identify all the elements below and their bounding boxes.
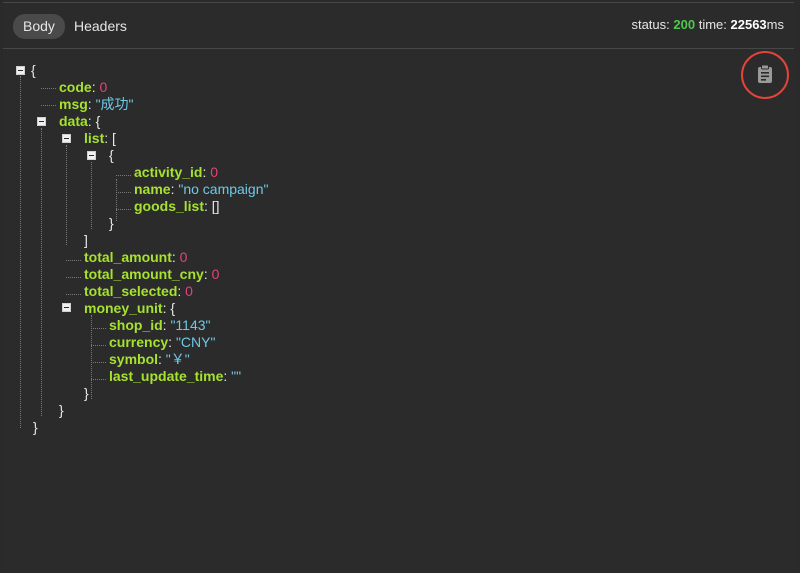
collapse-list-toggle[interactable]	[62, 134, 71, 143]
field-total-amount: total_amount: 0	[84, 249, 187, 266]
field-money-unit: money_unit: {	[84, 300, 175, 317]
field-msg: msg: "成功"	[59, 96, 134, 113]
value-msg: "成功"	[95, 96, 134, 112]
key-goods-list: goods_list	[134, 198, 205, 214]
colon: :	[223, 368, 228, 384]
field-data: data: {	[59, 113, 100, 130]
money-unit-close: }	[84, 385, 89, 402]
field-last-update-time: last_update_time: ""	[109, 368, 241, 385]
value-total-amount-cny: 0	[211, 266, 220, 282]
tree-connector	[66, 277, 81, 278]
tree-guide-list	[66, 145, 67, 245]
brace-close: }	[84, 385, 89, 401]
value-code: 0	[99, 79, 108, 95]
field-total-selected: total_selected: 0	[84, 283, 193, 300]
brace-open: {	[95, 113, 101, 129]
key-last-update-time: last_update_time	[109, 368, 224, 384]
value-shop-id: "1143"	[170, 317, 211, 333]
tree-connector	[116, 209, 131, 210]
field-name: name: "no campaign"	[134, 181, 268, 198]
tree-guide-item-fields	[116, 179, 117, 221]
tree-connector	[91, 362, 106, 363]
tree-connector	[91, 345, 106, 346]
field-shop-id: shop_id: "1143"	[109, 317, 211, 334]
value-last-update-time: ""	[231, 368, 242, 384]
key-total-amount-cny: total_amount_cny	[84, 266, 204, 282]
field-goods-list: goods_list: []	[134, 198, 220, 215]
value-total-amount: 0	[179, 249, 188, 265]
field-list: list: [	[84, 130, 116, 147]
value-activity-id: 0	[210, 164, 219, 180]
value-goods-list: []	[211, 198, 220, 214]
bracket-open: [	[112, 130, 116, 146]
value-name: "no campaign"	[178, 181, 269, 197]
brace-close: }	[59, 402, 64, 418]
key-total-amount: total_amount	[84, 249, 172, 265]
collapse-data-toggle[interactable]	[37, 117, 46, 126]
colon: :	[168, 334, 173, 350]
colon: :	[170, 181, 175, 197]
list-item-close: }	[109, 215, 114, 232]
key-code: code	[59, 79, 92, 95]
value-currency: "CNY"	[175, 334, 216, 350]
field-currency: currency: "CNY"	[109, 334, 215, 351]
data-close: }	[59, 402, 64, 419]
colon: :	[158, 351, 162, 367]
colon: :	[87, 113, 92, 129]
colon: :	[204, 198, 208, 214]
colon: :	[177, 283, 182, 299]
collapse-money-unit-toggle[interactable]	[62, 303, 71, 312]
key-money-unit: money_unit	[84, 300, 163, 316]
root-close: }	[33, 419, 38, 436]
key-total-selected: total_selected	[84, 283, 178, 299]
key-activity-id: activity_id	[134, 164, 203, 180]
tree-connector	[41, 88, 56, 89]
list-item-open: {	[109, 147, 114, 164]
key-data: data	[59, 113, 88, 129]
brace-open: {	[170, 300, 176, 316]
key-shop-id: shop_id	[109, 317, 163, 333]
tree-connector	[116, 175, 131, 176]
value-total-selected: 0	[185, 283, 193, 299]
tree-connector	[41, 105, 56, 106]
brace-open: {	[31, 62, 36, 78]
tree-connector	[91, 328, 106, 329]
collapse-list-item-toggle[interactable]	[87, 151, 96, 160]
brace-close: }	[33, 419, 38, 435]
colon: :	[87, 96, 92, 112]
collapse-root-toggle[interactable]	[16, 66, 25, 75]
colon: :	[202, 164, 207, 180]
colon: :	[91, 79, 96, 95]
colon: :	[171, 249, 176, 265]
tree-guide-root	[20, 76, 21, 428]
value-symbol: "￥"	[165, 351, 190, 367]
field-code: code: 0	[59, 79, 107, 96]
root-open: {	[31, 62, 36, 79]
app-window: Body Headers status: 200 time: 22563ms {…	[0, 0, 800, 573]
tree-connector	[116, 192, 131, 193]
tree-connector	[66, 294, 81, 295]
key-list: list	[84, 130, 105, 146]
key-name: name	[134, 181, 171, 197]
key-msg: msg	[59, 96, 88, 112]
colon: :	[162, 317, 167, 333]
tree-connector	[66, 260, 81, 261]
brace-close: }	[109, 215, 114, 231]
list-close: ]	[84, 232, 88, 249]
key-symbol: symbol	[109, 351, 159, 367]
json-tree: { code: 0 msg: "成功" data: { list: [ {ac…	[3, 3, 794, 573]
response-panel: Body Headers status: 200 time: 22563ms {…	[3, 2, 794, 572]
tree-guide-list-item	[91, 162, 92, 229]
field-activity-id: activity_id: 0	[134, 164, 218, 181]
field-symbol: symbol: "￥"	[109, 351, 190, 368]
tree-guide-data	[41, 128, 42, 416]
tree-connector	[91, 379, 106, 380]
key-currency: currency	[109, 334, 169, 350]
brace-open: {	[109, 147, 114, 163]
bracket-close: ]	[84, 232, 88, 248]
colon: :	[203, 266, 208, 282]
field-total-amount-cny: total_amount_cny: 0	[84, 266, 219, 283]
colon: :	[104, 130, 109, 146]
colon: :	[162, 300, 167, 316]
